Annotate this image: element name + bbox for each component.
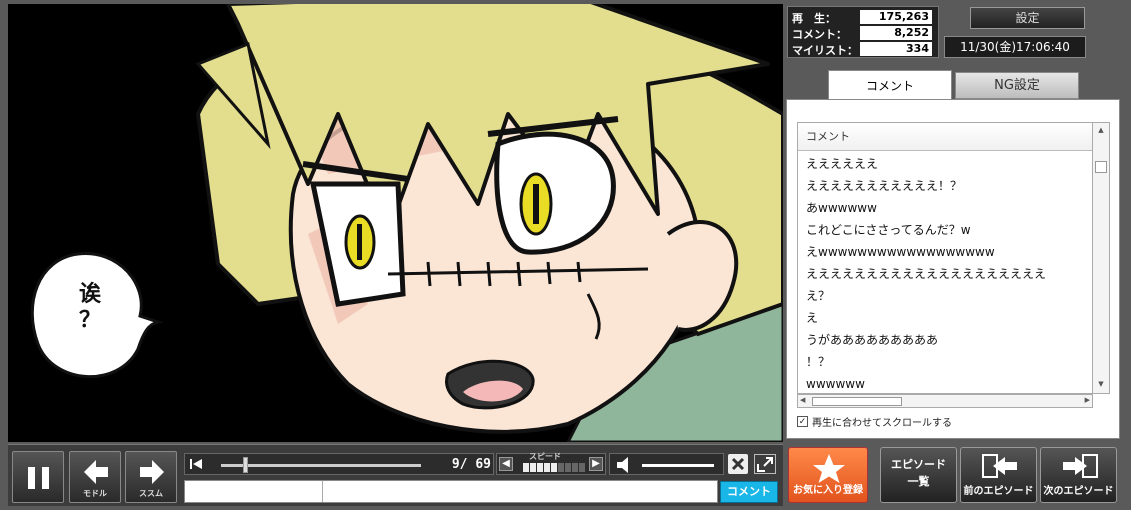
comment-toggle-button[interactable]: [728, 454, 748, 474]
next-episode-button[interactable]: 次のエピソード: [1040, 447, 1117, 503]
next-episode-icon: [1063, 454, 1098, 478]
hscroll-thumb[interactable]: [812, 397, 902, 406]
forward-button[interactable]: ススム: [125, 451, 177, 503]
speed-meter: [523, 463, 585, 472]
page-counter: 9/ 69: [451, 457, 491, 472]
seek-thumb[interactable]: [243, 457, 248, 473]
scroll-left-icon[interactable]: ◀: [800, 396, 805, 404]
arrow-right-icon: [140, 460, 164, 484]
next-episode-label: 次のエピソード: [1043, 486, 1114, 497]
speed-segment: [551, 463, 557, 472]
comment-row[interactable]: ええええええ: [800, 153, 1092, 175]
comment-panel: コメント ええええええ えええええええええええ！？ あwwwwww これどこにささって…: [786, 99, 1120, 439]
comment-submit-button[interactable]: コメント: [720, 481, 778, 503]
autoscroll-option[interactable]: ✓ 再生に合わせてスクロールする: [797, 414, 952, 429]
comment-row[interactable]: wwwwww: [800, 373, 1092, 393]
pause-icon: [28, 467, 49, 489]
play-count-row: 再 生： 175,263: [792, 9, 934, 25]
autoscroll-label: 再生に合わせてスクロールする: [812, 418, 952, 429]
star-icon: [813, 454, 845, 483]
comment-count-label: コメント：: [792, 28, 847, 41]
comment-count-row: コメント： 8,252: [792, 25, 934, 41]
command-input[interactable]: [185, 481, 323, 502]
speed-segment: [530, 463, 536, 472]
play-count-value: 175,263: [860, 10, 932, 24]
speed-up-button[interactable]: ▶: [589, 457, 603, 471]
speed-control: スピード ◀ ▶: [496, 452, 606, 475]
skip-to-start-icon[interactable]: [188, 456, 206, 472]
comment-count-value: 8,252: [860, 26, 932, 40]
speech-bubble-text: 诶 ？: [78, 282, 101, 333]
speed-segment: [558, 463, 564, 472]
comment-column-header[interactable]: コメント: [798, 123, 1092, 151]
settings-button[interactable]: 設定: [970, 7, 1085, 29]
scroll-down-icon[interactable]: ▼: [1096, 380, 1106, 390]
comment-rows: ええええええ えええええええええええ！？ あwwwwww これどこにささってるんだ？w…: [800, 153, 1092, 393]
add-favorite-label: お気に入り登録: [793, 485, 863, 496]
speed-label: スピード: [529, 452, 561, 461]
prev-episode-icon: [982, 454, 1017, 478]
speed-segment: [537, 463, 543, 472]
speed-segment: [544, 463, 550, 472]
comment-row[interactable]: これどこにささってるんだ？w: [800, 219, 1092, 241]
back-label: モドル: [83, 489, 107, 498]
speed-segment: [565, 463, 571, 472]
seek-track[interactable]: [221, 464, 421, 467]
mylist-count-value: 334: [860, 42, 932, 56]
add-favorite-button[interactable]: お気に入り登録: [788, 447, 868, 503]
arrow-left-icon: [84, 460, 108, 484]
comment-row[interactable]: えええええええええええ！？: [800, 175, 1092, 197]
tab-comment[interactable]: コメント: [828, 70, 952, 100]
seekbar[interactable]: 9/ 69: [184, 453, 494, 475]
comment-row[interactable]: ええええええええええええええええええええ: [800, 263, 1092, 285]
play-count-label: 再 生：: [792, 12, 836, 25]
video-player[interactable]: 诶 ？: [8, 4, 783, 442]
stats-panel: 再 生： 175,263 コメント： 8,252 マイリスト： 334: [787, 6, 939, 58]
autoscroll-checkbox[interactable]: ✓: [797, 416, 808, 427]
speed-segment: [579, 463, 585, 472]
tab-ng-settings[interactable]: NG設定: [955, 72, 1079, 99]
comment-row[interactable]: え？: [800, 285, 1092, 307]
manga-frame: [30, 4, 783, 442]
speed-segment: [572, 463, 578, 472]
comment-row[interactable]: うがあああああああああ: [800, 329, 1092, 351]
back-button[interactable]: モドル: [69, 451, 121, 503]
speed-down-button[interactable]: ◀: [499, 457, 513, 471]
datetime-display: 11/30(金)17:06:40: [944, 36, 1086, 58]
speaker-icon[interactable]: [614, 456, 636, 474]
scroll-right-icon[interactable]: ▶: [1085, 396, 1090, 404]
volume-control: [609, 453, 724, 475]
prev-episode-button[interactable]: 前のエピソード: [960, 447, 1037, 503]
scroll-up-icon[interactable]: ▲: [1096, 126, 1106, 136]
comment-list[interactable]: コメント ええええええ えええええええええええ！？ あwwwwww これどこにささって…: [797, 122, 1093, 394]
comment-row[interactable]: ！？: [800, 351, 1092, 373]
pause-button[interactable]: [12, 451, 64, 503]
fullscreen-button[interactable]: [754, 454, 776, 474]
mylist-count-row: マイリスト： 334: [792, 41, 934, 57]
forward-label: ススム: [139, 489, 163, 498]
episode-list-label: エピソード 一覧: [891, 458, 946, 488]
speed-segment: [523, 463, 529, 472]
prev-episode-label: 前のエピソード: [963, 486, 1034, 497]
comment-row[interactable]: え: [800, 307, 1092, 329]
control-bar: モドル ススム 9/ 69 スピード ◀ ▶ コメント: [8, 444, 783, 506]
horizontal-scrollbar[interactable]: ◀ ▶: [797, 394, 1093, 408]
close-icon: [731, 457, 745, 471]
vertical-scrollbar[interactable]: ▲ ▼: [1093, 122, 1110, 394]
episode-list-button[interactable]: エピソード 一覧: [880, 447, 957, 503]
mylist-count-label: マイリスト：: [792, 44, 858, 57]
volume-slider[interactable]: [642, 464, 714, 467]
expand-icon: [757, 457, 773, 472]
scroll-thumb[interactable]: [1095, 161, 1107, 173]
comment-form: [184, 480, 718, 503]
comment-row[interactable]: あwwwwww: [800, 197, 1092, 219]
comment-input[interactable]: [325, 481, 715, 502]
comment-row[interactable]: えwwwwwwwwwwwwwwwwww: [800, 241, 1092, 263]
